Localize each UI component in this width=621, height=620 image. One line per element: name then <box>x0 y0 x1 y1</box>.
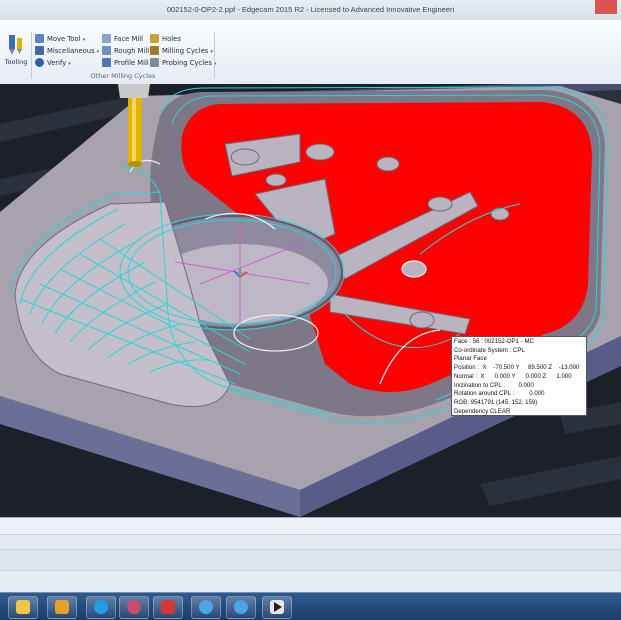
milling-cycles-button[interactable]: Milling Cycles ▾ <box>150 46 213 57</box>
move-tool-icon <box>35 34 44 43</box>
window-title: 002152-0-OP2-2.ppf - Edgecam 2015 R2 - L… <box>166 5 455 14</box>
face-mill-button[interactable]: Face Mill <box>102 34 143 45</box>
close-window-button[interactable] <box>595 0 617 14</box>
ribbon-group-label: Other Milling Cycles <box>90 72 156 80</box>
profile-mill-icon <box>102 58 111 67</box>
graphics-viewport[interactable]: Face : 56 : 002152-OP1 - MC Co-ordinate … <box>0 84 621 517</box>
status-bar <box>0 570 621 593</box>
probing-cycles-icon <box>150 58 159 67</box>
ribbon-separator <box>214 32 215 78</box>
outlook-icon <box>55 600 69 614</box>
taskbar-paint-button[interactable] <box>119 596 149 619</box>
move-tool-button[interactable]: Move Tool ▾ <box>35 34 85 45</box>
milling-cycles-icon <box>150 46 159 55</box>
profile-mill-button[interactable]: Profile Mill <box>102 58 149 69</box>
windows-taskbar <box>0 592 621 620</box>
face-mill-icon <box>102 34 111 43</box>
internet-explorer-icon <box>199 600 213 614</box>
holes-button[interactable]: Holes <box>150 34 181 45</box>
verify-icon <box>35 58 44 67</box>
miscellaneous-icon <box>35 46 44 55</box>
taskbar-explorer-button[interactable] <box>8 596 38 619</box>
taskbar-skype-button[interactable] <box>86 596 116 619</box>
tooling-label: Tooling <box>4 58 28 66</box>
model-view <box>0 84 621 517</box>
rough-mill-icon <box>102 46 111 55</box>
holes-icon <box>150 34 159 43</box>
title-bar: 002152-0-OP2-2.ppf - Edgecam 2015 R2 - L… <box>0 0 621 21</box>
properties-bar <box>0 534 621 549</box>
probing-cycles-button[interactable]: Probing Cycles ▾ <box>150 58 216 69</box>
skype-icon <box>94 600 108 614</box>
verify-button[interactable]: Verify ▾ <box>35 58 71 69</box>
miscellaneous-button[interactable]: Miscellaneous ▾ <box>35 46 99 57</box>
internet-explorer-icon <box>234 600 248 614</box>
solidworks-icon <box>161 600 175 614</box>
entity-info-tooltip: Face : 56 : 002152-OP1 - MC Co-ordinate … <box>451 336 587 416</box>
taskbar-outlook-button[interactable] <box>47 596 77 619</box>
media-player-icon <box>270 600 284 614</box>
command-bar[interactable] <box>0 549 621 570</box>
ribbon: Tooling Move Tool ▾ Miscellaneous ▾ Verify… <box>0 20 621 85</box>
paint-icon <box>127 600 141 614</box>
taskbar-ie-button[interactable] <box>191 596 221 619</box>
sequence-window[interactable] <box>0 517 621 534</box>
tooling-icon <box>7 34 25 56</box>
rough-mill-button[interactable]: Rough Mill <box>102 46 149 57</box>
tooling-button[interactable]: Tooling <box>2 34 30 82</box>
taskbar-ie-button-2[interactable] <box>226 596 256 619</box>
taskbar-solidworks-button[interactable] <box>153 596 183 619</box>
taskbar-media-player-button[interactable] <box>262 596 292 619</box>
windows-explorer-icon <box>16 600 30 614</box>
